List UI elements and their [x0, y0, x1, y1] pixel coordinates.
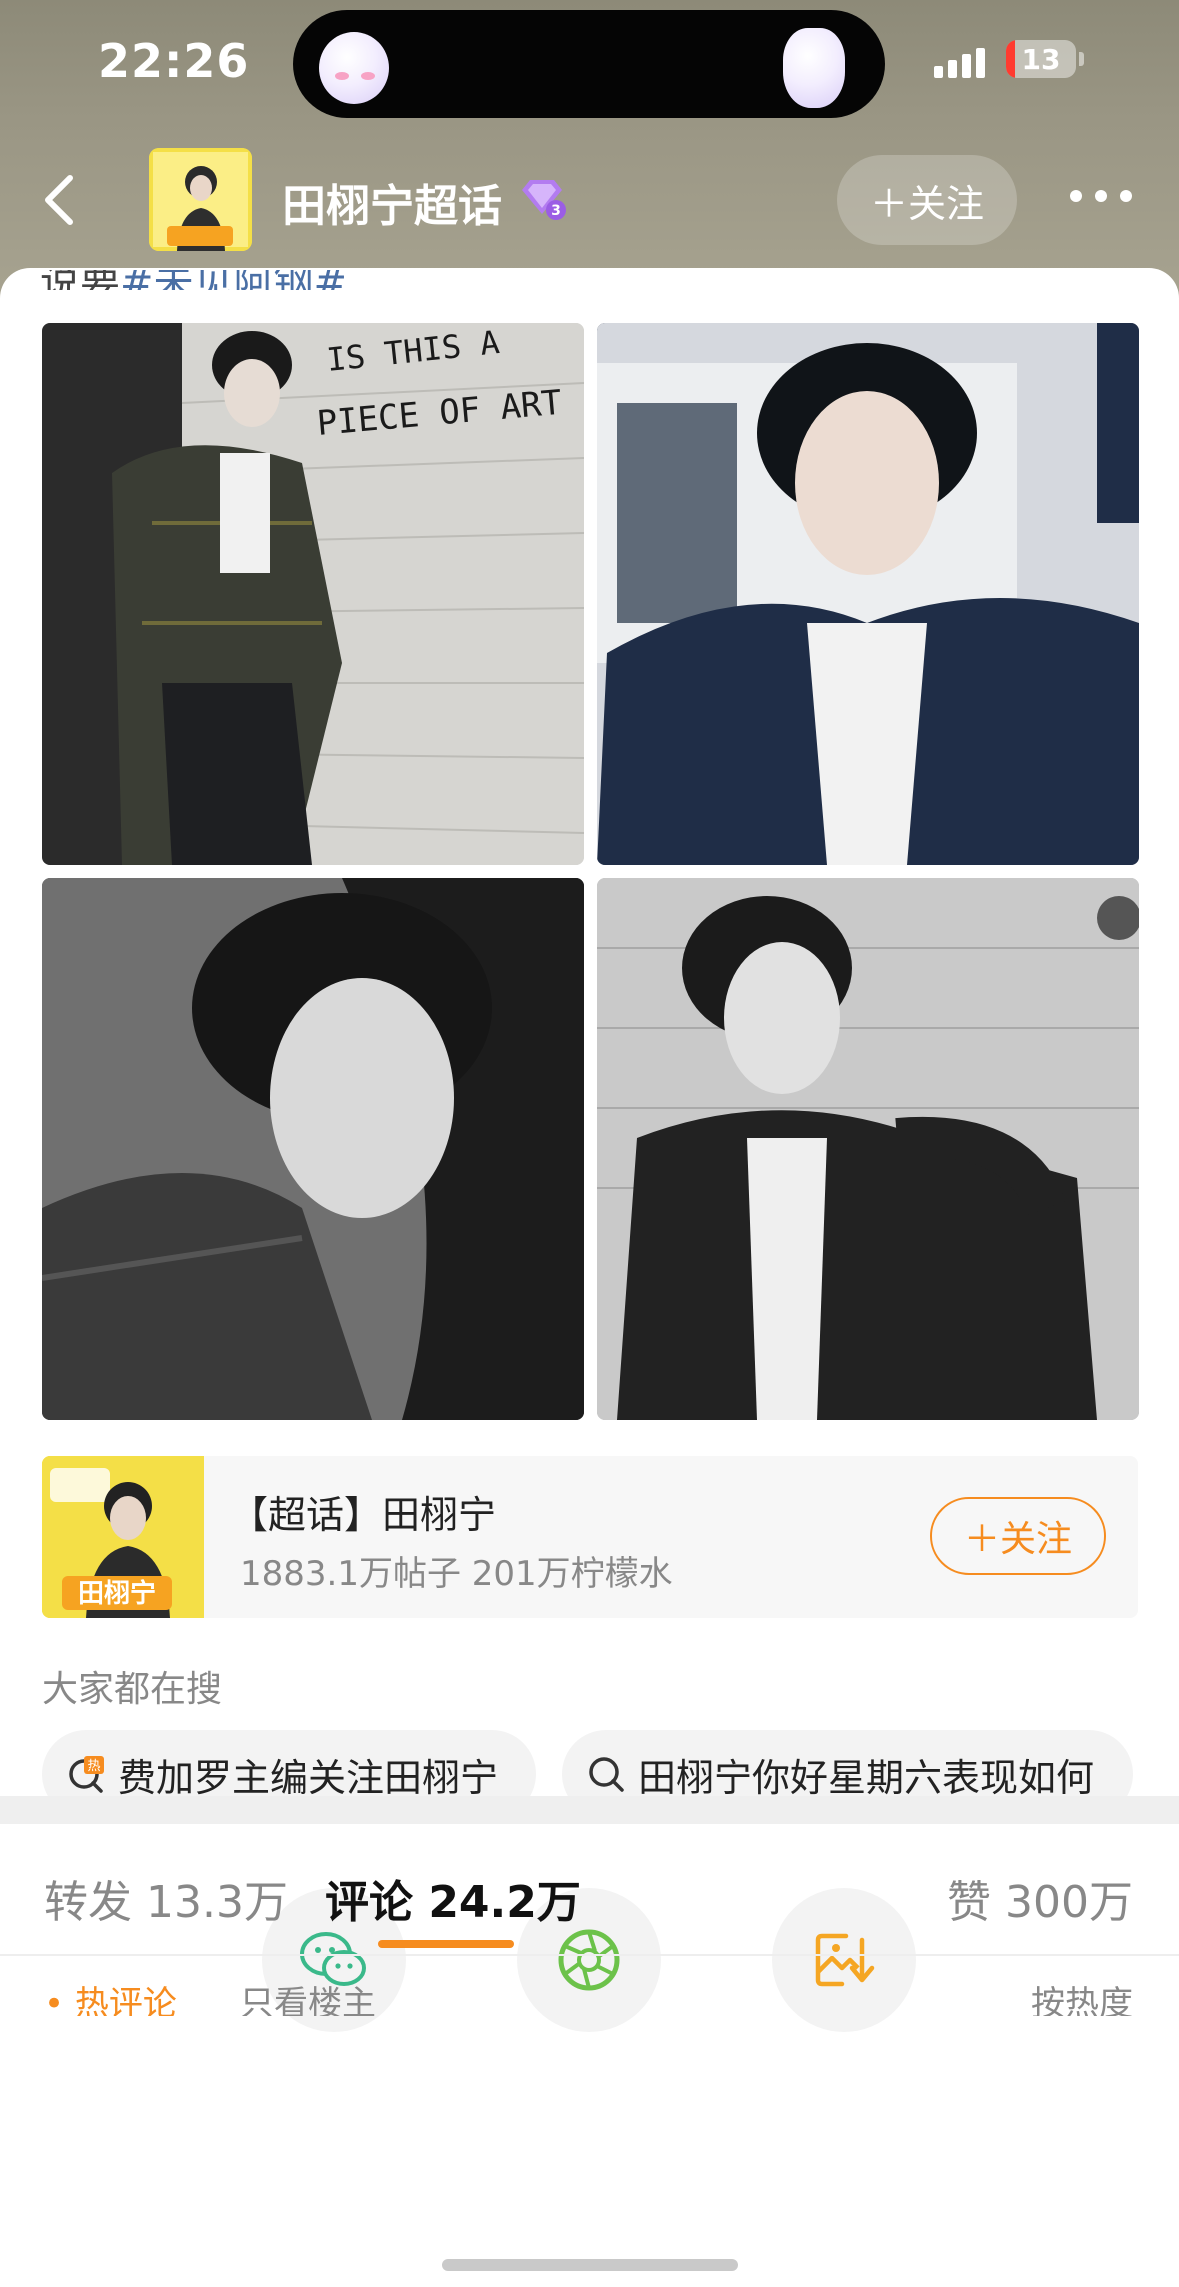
supertopic-card[interactable]: 田栩宁 【超话】田栩宁 1883.1万帖子 201万柠檬水 ＋关注	[42, 1456, 1138, 1618]
search-icon	[589, 1757, 624, 1792]
topic-avatar[interactable]	[149, 148, 252, 251]
post-photo-1[interactable]: IS THIS A PIECE OF ART	[42, 323, 584, 865]
filter-hot-comments[interactable]: • 热评论	[44, 1976, 177, 2016]
battery-level: 13	[1021, 42, 1061, 76]
home-indicator[interactable]	[442, 2259, 738, 2271]
signal-icon	[934, 48, 985, 78]
section-divider	[0, 1796, 1179, 1824]
level-number: 3	[551, 203, 561, 219]
supertopic-name: 【超话】田栩宁	[230, 1493, 497, 1537]
search-chip-text: 费加罗主编关注田栩宁	[118, 1755, 499, 1800]
supertopic-thumb-label: 田栩宁	[78, 1578, 156, 1609]
dynamic-island	[293, 10, 885, 118]
post-photo-3[interactable]	[42, 878, 584, 1420]
battery-tip	[1079, 52, 1084, 66]
search-chip-text: 田栩宁你好星期六表现如何	[638, 1755, 1095, 1800]
post-photo-4[interactable]	[597, 878, 1139, 1420]
status-bar: 22:26 13	[0, 0, 1179, 125]
trending-search-heading: 大家都在搜	[42, 1669, 223, 1710]
comment-filter-bar: • 热评论 只看楼主 按热度	[0, 1956, 1179, 2016]
active-tab-indicator	[378, 1940, 514, 1948]
mascot-right-icon	[783, 28, 845, 108]
mascot-left-icon	[319, 32, 389, 104]
top-nav: 田栩宁超话 3 ＋关注	[0, 140, 1179, 260]
status-time: 22:26	[98, 34, 250, 88]
supertopic-stats: 1883.1万帖子 201万柠檬水	[240, 1554, 673, 1594]
sort-by-heat[interactable]: 按热度	[1031, 1976, 1133, 2016]
more-horizontal-icon[interactable]	[1070, 190, 1132, 202]
filter-author-only[interactable]: 只看楼主	[240, 1976, 376, 2016]
tab-likes[interactable]: 赞 300万	[947, 1866, 1133, 1930]
supertopic-thumbnail: 田栩宁	[42, 1456, 204, 1618]
hot-search-icon: 热	[69, 1756, 104, 1793]
chevron-left-icon[interactable]	[30, 170, 90, 230]
post-photo-2[interactable]	[597, 323, 1139, 865]
tab-reposts[interactable]: 转发 13.3万	[44, 1866, 288, 1930]
follow-button-header[interactable]: ＋关注	[837, 155, 1017, 245]
page-title: 田栩宁超话	[282, 181, 502, 232]
svg-text:热: 热	[87, 1759, 100, 1774]
tab-comments[interactable]: 评论 24.2万	[325, 1866, 581, 1930]
level-diamond-icon: 3	[522, 180, 566, 220]
battery-icon: 13	[1006, 40, 1076, 78]
supertopic-follow-button[interactable]: ＋关注	[930, 1497, 1106, 1575]
interaction-tabs: 转发 13.3万 评论 24.2万 赞 300万	[0, 1824, 1179, 1954]
